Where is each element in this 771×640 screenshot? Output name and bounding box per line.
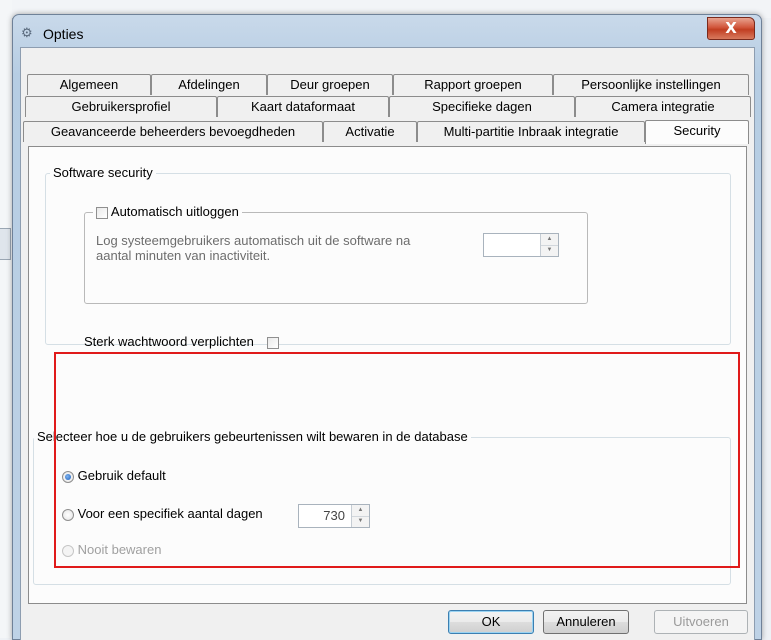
- software-security-legend: Software security: [50, 165, 156, 180]
- strong-password-row: Sterk wachtwoord verplichten: [84, 334, 280, 349]
- tab-persoonlijke-instellingen[interactable]: Persoonlijke instellingen: [553, 74, 749, 95]
- tab-rapport-groepen[interactable]: Rapport groepen: [393, 74, 553, 95]
- background-window-tab: [0, 228, 11, 260]
- auto-logout-label: Automatisch uitloggen: [110, 204, 239, 219]
- auto-logout-checkbox[interactable]: [96, 206, 108, 219]
- auto-logout-minutes-spinner[interactable]: ▲ ▼: [483, 233, 559, 257]
- tab-kaart-dataformaat[interactable]: Kaart dataformaat: [217, 96, 389, 117]
- auto-logout-description: Log systeemgebruikers automatisch uit de…: [96, 233, 411, 263]
- cancel-button[interactable]: Annuleren: [543, 610, 629, 634]
- close-button[interactable]: X: [707, 17, 755, 40]
- arrow-down-icon[interactable]: ▼: [541, 245, 558, 256]
- auto-logout-group: Automatisch uitloggen Log systeemgebruik…: [84, 204, 588, 304]
- strong-password-checkbox[interactable]: [267, 336, 280, 349]
- tab-deur-groepen[interactable]: Deur groepen: [267, 74, 393, 95]
- ok-button[interactable]: OK: [448, 610, 534, 634]
- tab-geavanceerde-beheerders-bevoegdheden[interactable]: Geavanceerde beheerders bevoegdheden: [23, 121, 323, 142]
- apply-button: Uitvoeren: [654, 610, 748, 634]
- tab-afdelingen[interactable]: Afdelingen: [151, 74, 267, 95]
- window-title: Opties: [43, 26, 84, 42]
- highlight-annotation-box: [54, 352, 740, 568]
- settings-gear-icon: ⚙: [21, 25, 33, 40]
- options-dialog: ⚙ Opties X Algemeen Afdelingen Deur groe…: [12, 14, 762, 640]
- spin-buttons: ▲ ▼: [540, 234, 558, 256]
- tab-multi-partitie-inbraak-integratie[interactable]: Multi-partitie Inbraak integratie: [417, 121, 645, 142]
- auto-logout-minutes-value[interactable]: [484, 234, 540, 256]
- title-bar[interactable]: ⚙ Opties X: [13, 15, 761, 49]
- tab-algemeen[interactable]: Algemeen: [27, 74, 151, 95]
- dialog-client-area: Algemeen Afdelingen Deur groepen Rapport…: [20, 47, 755, 640]
- tab-activatie[interactable]: Activatie: [323, 121, 417, 142]
- tab-camera-integratie[interactable]: Camera integratie: [575, 96, 751, 117]
- tab-specifieke-dagen[interactable]: Specifieke dagen: [389, 96, 575, 117]
- tab-gebruikersprofiel[interactable]: Gebruikersprofiel: [25, 96, 217, 117]
- auto-logout-legend: Automatisch uitloggen: [93, 204, 242, 219]
- tab-security[interactable]: Security: [645, 120, 749, 144]
- strong-password-label: Sterk wachtwoord verplichten: [84, 334, 254, 349]
- software-security-group: Software security Automatisch uitloggen …: [45, 165, 731, 349]
